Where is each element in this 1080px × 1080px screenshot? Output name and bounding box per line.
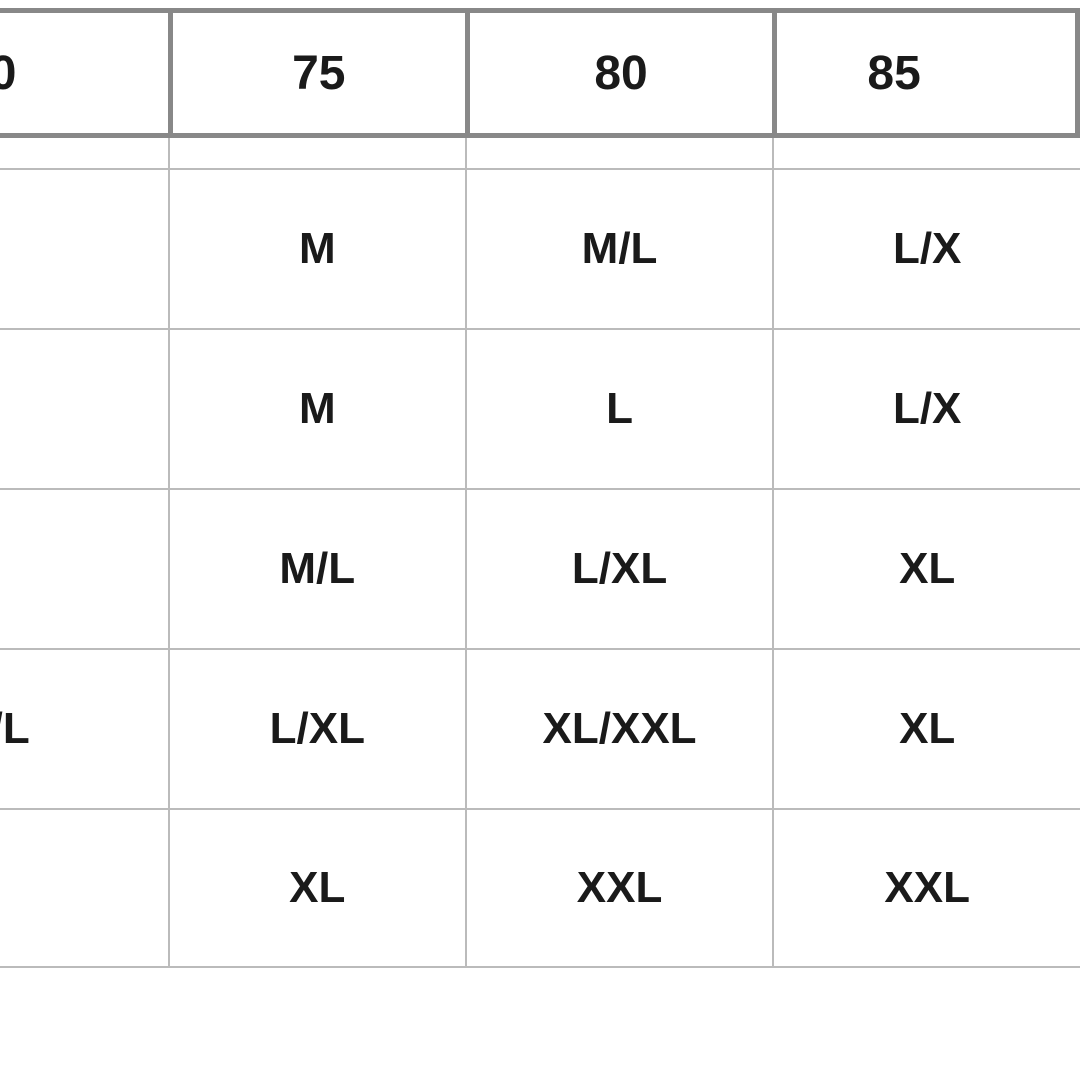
cell: L [465,328,773,488]
header-cell-85: 85 [772,8,1080,138]
cell: XL [772,648,1080,808]
table-row: L XL XXL XXL [0,808,1080,968]
table-row: M/L L/XL XL/XXL XL [0,648,1080,808]
cell: M/L [465,168,773,328]
cell: L/X [772,168,1080,328]
cell: XL [772,488,1080,648]
cell: M [0,328,168,488]
cell: XL/XXL [465,648,773,808]
cell: M/L [168,488,465,648]
header-cell-80: 80 [465,8,773,138]
cell: L/XL [465,488,773,648]
cell: L/X [772,328,1080,488]
cell: XXL [772,808,1080,968]
header-cell-75: 75 [168,8,465,138]
cell: M [0,488,168,648]
cell: M [168,328,465,488]
header-cell-70: 70 [0,8,168,138]
table-row: M M M/L L/X [0,168,1080,328]
cell: XXL [465,808,773,968]
cell: M [0,168,168,328]
size-chart-table: 70 75 80 85 M M M/L L/X M M L [0,8,1080,1008]
table-row: M M/L L/XL XL [0,488,1080,648]
cell: M/L [0,648,168,808]
table-row: M M L L/X [0,328,1080,488]
cell: XL [168,808,465,968]
table-header-row: 70 75 80 85 [0,8,1080,138]
cell: M [168,168,465,328]
cell: L/XL [168,648,465,808]
cell: L [0,808,168,968]
